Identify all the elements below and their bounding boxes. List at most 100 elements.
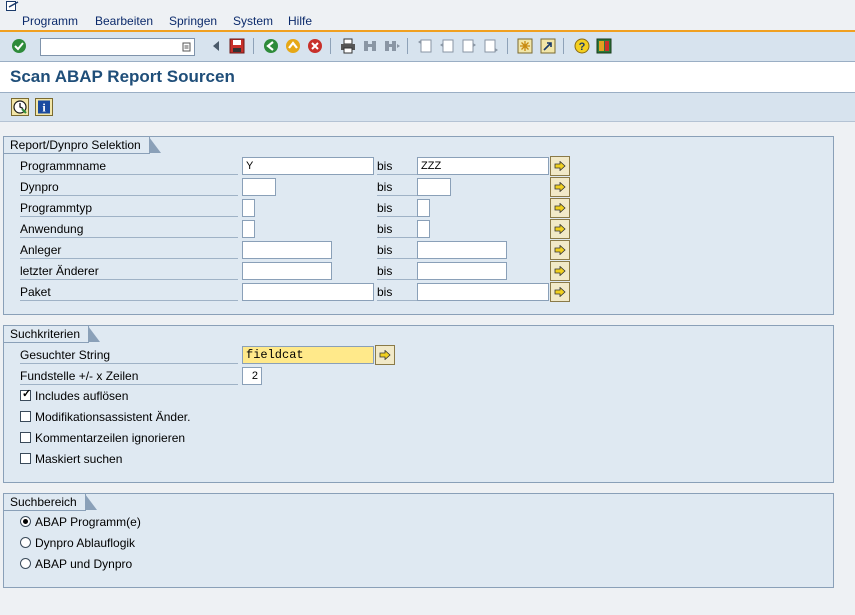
next-page-icon[interactable] <box>460 37 477 54</box>
multiple-selection-button[interactable] <box>550 219 570 239</box>
svg-text:?: ? <box>578 41 585 53</box>
arrow-right-icon <box>379 350 391 360</box>
arrow-right-icon <box>554 203 566 213</box>
multiple-selection-button[interactable] <box>550 261 570 281</box>
abap-program-radio[interactable] <box>20 516 31 527</box>
dynpro-flow-logic-radio[interactable] <box>20 537 31 548</box>
shortcut-icon[interactable] <box>539 37 556 54</box>
back-icon[interactable] <box>262 37 279 54</box>
checkbox-label: Maskiert suchen <box>35 452 123 466</box>
bis-label: bis <box>377 222 417 238</box>
multiple-selection-button[interactable] <box>550 198 570 218</box>
arrow-right-icon <box>554 224 566 234</box>
search-string-input[interactable]: fieldcat <box>242 346 374 364</box>
radio-label: ABAP Programm(e) <box>35 515 141 529</box>
field-label: Programmname <box>20 159 238 175</box>
programmtyp-from-input[interactable] <box>242 199 255 217</box>
arrow-left-small-icon[interactable] <box>207 37 224 54</box>
exit-icon[interactable] <box>284 37 301 54</box>
programmname-from-input[interactable]: Y <box>242 157 374 175</box>
checkbox-row: ✓ Includes auflösen <box>4 387 835 407</box>
modification-checkbox[interactable] <box>20 411 31 422</box>
ignore-comments-checkbox[interactable] <box>20 432 31 443</box>
toolbar-divider <box>253 38 254 54</box>
print-icon[interactable] <box>339 37 356 54</box>
multiple-selection-button[interactable] <box>550 240 570 260</box>
title-bar: Scan ABAP Report Sourcen <box>0 62 855 93</box>
paket-from-input[interactable] <box>242 283 374 301</box>
help-icon[interactable]: ? <box>573 37 590 54</box>
multiple-selection-button[interactable] <box>550 282 570 302</box>
abap-and-dynpro-radio[interactable] <box>20 558 31 569</box>
save-icon[interactable] <box>228 37 245 54</box>
programmname-to-input[interactable]: ZZZ <box>417 157 549 175</box>
menu-system[interactable]: System <box>233 14 273 28</box>
paket-to-input[interactable] <box>417 283 549 301</box>
includes-checkbox[interactable]: ✓ <box>20 388 32 401</box>
selection-group-title: Report/Dynpro Selektion <box>4 137 161 154</box>
select-option-row-programmtyp: Programmtyp bis <box>4 198 835 218</box>
toolbar-divider <box>407 38 408 54</box>
select-option-row-anleger: Anleger bis <box>4 240 835 260</box>
menu-bearbeiten[interactable]: Bearbeiten <box>95 14 153 28</box>
find-next-icon[interactable] <box>383 37 400 54</box>
system-menu-icon[interactable] <box>6 1 20 12</box>
anwendung-from-input[interactable] <box>242 220 255 238</box>
field-label: Dynpro <box>20 180 238 196</box>
criteria-group-title: Suchkriterien <box>4 326 101 343</box>
last-page-icon[interactable] <box>482 37 499 54</box>
info-icon[interactable]: i <box>35 98 53 116</box>
layout-icon[interactable] <box>595 37 612 54</box>
enter-check-icon[interactable] <box>10 37 27 54</box>
execute-icon[interactable] <box>11 98 29 116</box>
masked-search-checkbox[interactable] <box>20 453 31 464</box>
anleger-from-input[interactable] <box>242 241 332 259</box>
command-field[interactable] <box>40 38 195 56</box>
menu-springen[interactable]: Springen <box>169 14 217 28</box>
find-icon[interactable] <box>361 37 378 54</box>
menu-hilfe[interactable]: Hilfe <box>288 14 312 28</box>
arrow-right-icon <box>554 161 566 171</box>
field-label: letzter Änderer <box>20 264 238 280</box>
selection-group: Report/Dynpro Selektion Programmname Y b… <box>3 136 834 315</box>
radio-row: ABAP Programm(e) <box>4 513 835 533</box>
context-lines-input[interactable]: 2 <box>242 367 262 385</box>
arrow-right-icon <box>554 245 566 255</box>
menu-programm[interactable]: Programm <box>22 14 78 28</box>
bis-label: bis <box>377 159 417 175</box>
anleger-to-input[interactable] <box>417 241 507 259</box>
context-lines-label: Fundstelle +/- x Zeilen <box>20 369 238 385</box>
arrow-right-icon <box>554 182 566 192</box>
dynpro-from-input[interactable] <box>242 178 276 196</box>
criteria-group: Suchkriterien Gesuchter String fieldcat … <box>3 325 834 483</box>
multiple-selection-button[interactable] <box>550 156 570 176</box>
programmtyp-to-input[interactable] <box>417 199 430 217</box>
multiple-selection-button[interactable] <box>375 345 395 365</box>
checkbox-label: Modifikationsassistent Änder. <box>35 410 191 424</box>
letzter-aenderer-from-input[interactable] <box>242 262 332 280</box>
dynpro-to-input[interactable] <box>417 178 451 196</box>
checkmark-icon: ✓ <box>22 388 32 400</box>
command-history-icon[interactable] <box>182 42 191 52</box>
letzter-aenderer-to-input[interactable] <box>417 262 507 280</box>
radio-label: Dynpro Ablauflogik <box>35 536 136 550</box>
toolbar-divider <box>330 38 331 54</box>
command-input[interactable] <box>43 41 178 55</box>
bis-label: bis <box>377 264 417 280</box>
first-page-icon[interactable] <box>416 37 433 54</box>
radio-selected-dot <box>23 519 28 524</box>
radio-label: ABAP und Dynpro <box>35 557 133 571</box>
select-option-row-paket: Paket bis <box>4 282 835 302</box>
previous-page-icon[interactable] <box>438 37 455 54</box>
select-option-row-anwendung: Anwendung bis <box>4 219 835 239</box>
multiple-selection-button[interactable] <box>550 177 570 197</box>
field-label: Anwendung <box>20 222 238 238</box>
bis-label: bis <box>377 285 417 301</box>
anwendung-to-input[interactable] <box>417 220 430 238</box>
context-lines-row: Fundstelle +/- x Zeilen 2 <box>4 366 835 386</box>
cancel-icon[interactable] <box>306 37 323 54</box>
arrow-right-icon <box>554 287 566 297</box>
new-session-icon[interactable] <box>516 37 533 54</box>
scope-group-title: Suchbereich <box>4 494 97 511</box>
application-toolbar: i <box>0 93 855 122</box>
